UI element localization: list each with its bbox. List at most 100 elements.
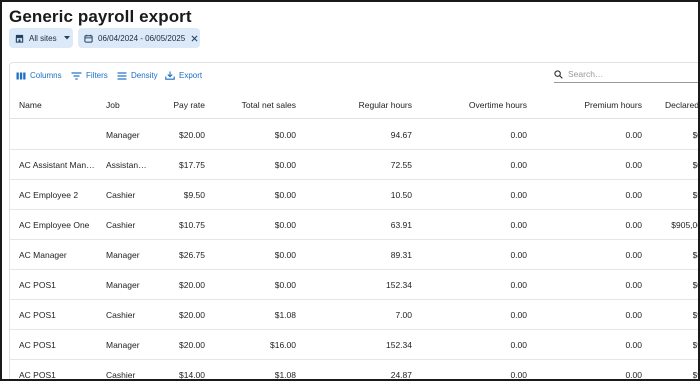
search-input[interactable] — [568, 69, 688, 79]
sites-filter-label: All sites — [29, 33, 57, 43]
column-header-regular-hours[interactable]: Regular hours — [359, 100, 412, 110]
cell-name: AC Manager — [19, 250, 67, 260]
cell-declared: $0 — [692, 130, 698, 140]
cell-total-net-sales: $0.00 — [274, 280, 296, 290]
cell-name: AC POS1 — [19, 310, 56, 320]
table-row[interactable]: AC Manager Manager $26.75 $0.00 89.31 0.… — [10, 240, 698, 270]
cell-overtime-hours: 0.00 — [510, 160, 527, 170]
cell-pay-rate: $20.00 — [179, 130, 205, 140]
cell-total-net-sales: $0.00 — [274, 250, 296, 260]
cell-regular-hours: 152.34 — [386, 280, 412, 290]
store-icon — [15, 34, 24, 43]
column-header-overtime-hours[interactable]: Overtime hours — [469, 100, 527, 110]
cell-regular-hours: 72.55 — [390, 160, 412, 170]
density-button[interactable]: Density — [117, 71, 158, 80]
data-grid: Columns Filters Density Export Search… N… — [9, 62, 698, 380]
table-row[interactable]: AC POS1 Manager $20.00 $16.00 152.34 0.0… — [10, 330, 698, 360]
cell-pay-rate: $20.00 — [179, 310, 205, 320]
cell-total-net-sales: $0.00 — [274, 190, 296, 200]
cell-job: Manager — [106, 340, 140, 350]
cell-pay-rate: $10.75 — [179, 220, 205, 230]
cell-overtime-hours: 0.00 — [510, 310, 527, 320]
close-icon[interactable] — [191, 35, 198, 42]
cell-total-net-sales: $0.00 — [274, 220, 296, 230]
cell-name: AC Employee 2 — [19, 190, 79, 200]
cell-premium-hours: 0.00 — [625, 160, 642, 170]
cell-pay-rate: $17.75 — [179, 160, 205, 170]
cell-declared: $5 — [692, 190, 698, 200]
column-header-total-net-sales[interactable]: Total net sales — [242, 100, 296, 110]
cell-job: Cashier — [106, 310, 136, 320]
cell-name: AC Employee One — [19, 220, 90, 230]
table-row[interactable]: Manager $20.00 $0.00 94.67 0.00 0.00 $0 — [10, 120, 698, 150]
cell-total-net-sales: $16.00 — [270, 340, 296, 350]
table-row[interactable]: AC POS1 Cashier $20.00 $1.08 7.00 0.00 0… — [10, 300, 698, 330]
cell-overtime-hours: 0.00 — [510, 190, 527, 200]
cell-overtime-hours: 0.00 — [510, 220, 527, 230]
export-label: Export — [179, 71, 203, 80]
columns-button[interactable]: Columns — [16, 71, 62, 80]
cell-declared: $0 — [692, 280, 698, 290]
table-header: Name Job Pay rate Total net sales Regula… — [10, 91, 698, 119]
cell-total-net-sales: $1.08 — [274, 370, 296, 380]
cell-regular-hours: 152.34 — [386, 340, 412, 350]
cell-job: Manager — [106, 280, 140, 290]
cell-premium-hours: 0.00 — [625, 190, 642, 200]
cell-regular-hours: 7.00 — [395, 310, 412, 320]
column-header-job[interactable]: Job — [106, 100, 148, 110]
app-window: Generic payroll export All sites 06/04/2… — [0, 0, 700, 381]
cell-job: Cashier — [106, 370, 136, 380]
filters-button[interactable]: Filters — [71, 71, 108, 80]
cell-pay-rate: $9.50 — [183, 190, 205, 200]
cell-regular-hours: 89.31 — [390, 250, 412, 260]
cell-pay-rate: $20.00 — [179, 340, 205, 350]
cell-job: Cashier — [106, 190, 136, 200]
columns-icon — [16, 72, 26, 79]
column-header-premium-hours[interactable]: Premium hours — [584, 100, 642, 110]
density-icon — [117, 71, 127, 80]
cell-declared: $9 — [692, 310, 698, 320]
table-row[interactable]: AC POS1 Cashier $14.00 $1.08 24.87 0.00 … — [10, 360, 698, 380]
cell-premium-hours: 0.00 — [625, 250, 642, 260]
table-row[interactable]: AC Employee 2 Cashier $9.50 $0.00 10.50 … — [10, 180, 698, 210]
cell-name: AC POS1 — [19, 340, 56, 350]
cell-name: AC Assistant Man… — [19, 160, 95, 170]
search-field[interactable] — [554, 66, 698, 83]
cell-regular-hours: 10.50 — [390, 190, 412, 200]
column-header-name[interactable]: Name — [19, 100, 99, 110]
cell-overtime-hours: 0.00 — [510, 250, 527, 260]
cell-declared: $9 — [692, 340, 698, 350]
column-header-declared[interactable]: Declared — [665, 100, 698, 110]
cell-declared: $4 — [692, 250, 698, 260]
cell-overtime-hours: 0.00 — [510, 280, 527, 290]
columns-label: Columns — [30, 71, 62, 80]
cell-premium-hours: 0.00 — [625, 310, 642, 320]
filter-icon — [71, 71, 82, 80]
export-button[interactable]: Export — [165, 71, 202, 80]
cell-declared: $0 — [692, 160, 698, 170]
download-icon — [165, 71, 175, 80]
date-range-label: 06/04/2024 - 06/05/2025 — [98, 33, 186, 43]
cell-regular-hours: 94.67 — [390, 130, 412, 140]
cell-premium-hours: 0.00 — [625, 130, 642, 140]
cell-job: Manager — [106, 250, 140, 260]
cell-premium-hours: 0.00 — [625, 370, 642, 380]
cell-job: Cashier — [106, 220, 136, 230]
cell-overtime-hours: 0.00 — [510, 130, 527, 140]
table-row[interactable]: AC POS1 Manager $20.00 $0.00 152.34 0.00… — [10, 270, 698, 300]
search-icon — [554, 69, 563, 79]
sites-filter-chip[interactable]: All sites — [9, 28, 73, 48]
density-label: Density — [131, 71, 158, 80]
cell-name: AC POS1 — [19, 280, 56, 290]
column-header-pay-rate[interactable]: Pay rate — [173, 100, 205, 110]
cell-pay-rate: $14.00 — [179, 370, 205, 380]
cell-pay-rate: $20.00 — [179, 280, 205, 290]
cell-overtime-hours: 0.00 — [510, 340, 527, 350]
table-row[interactable]: AC Assistant Man… Assistant… $17.75 $0.0… — [10, 150, 698, 180]
cell-premium-hours: 0.00 — [625, 280, 642, 290]
cell-name: AC POS1 — [19, 370, 56, 380]
cell-premium-hours: 0.00 — [625, 220, 642, 230]
date-range-chip[interactable]: 06/04/2024 - 06/05/2025 — [78, 28, 200, 48]
table-row[interactable]: AC Employee One Cashier $10.75 $0.00 63.… — [10, 210, 698, 240]
grid-toolbar: Columns Filters Density Export Search… — [10, 63, 698, 89]
